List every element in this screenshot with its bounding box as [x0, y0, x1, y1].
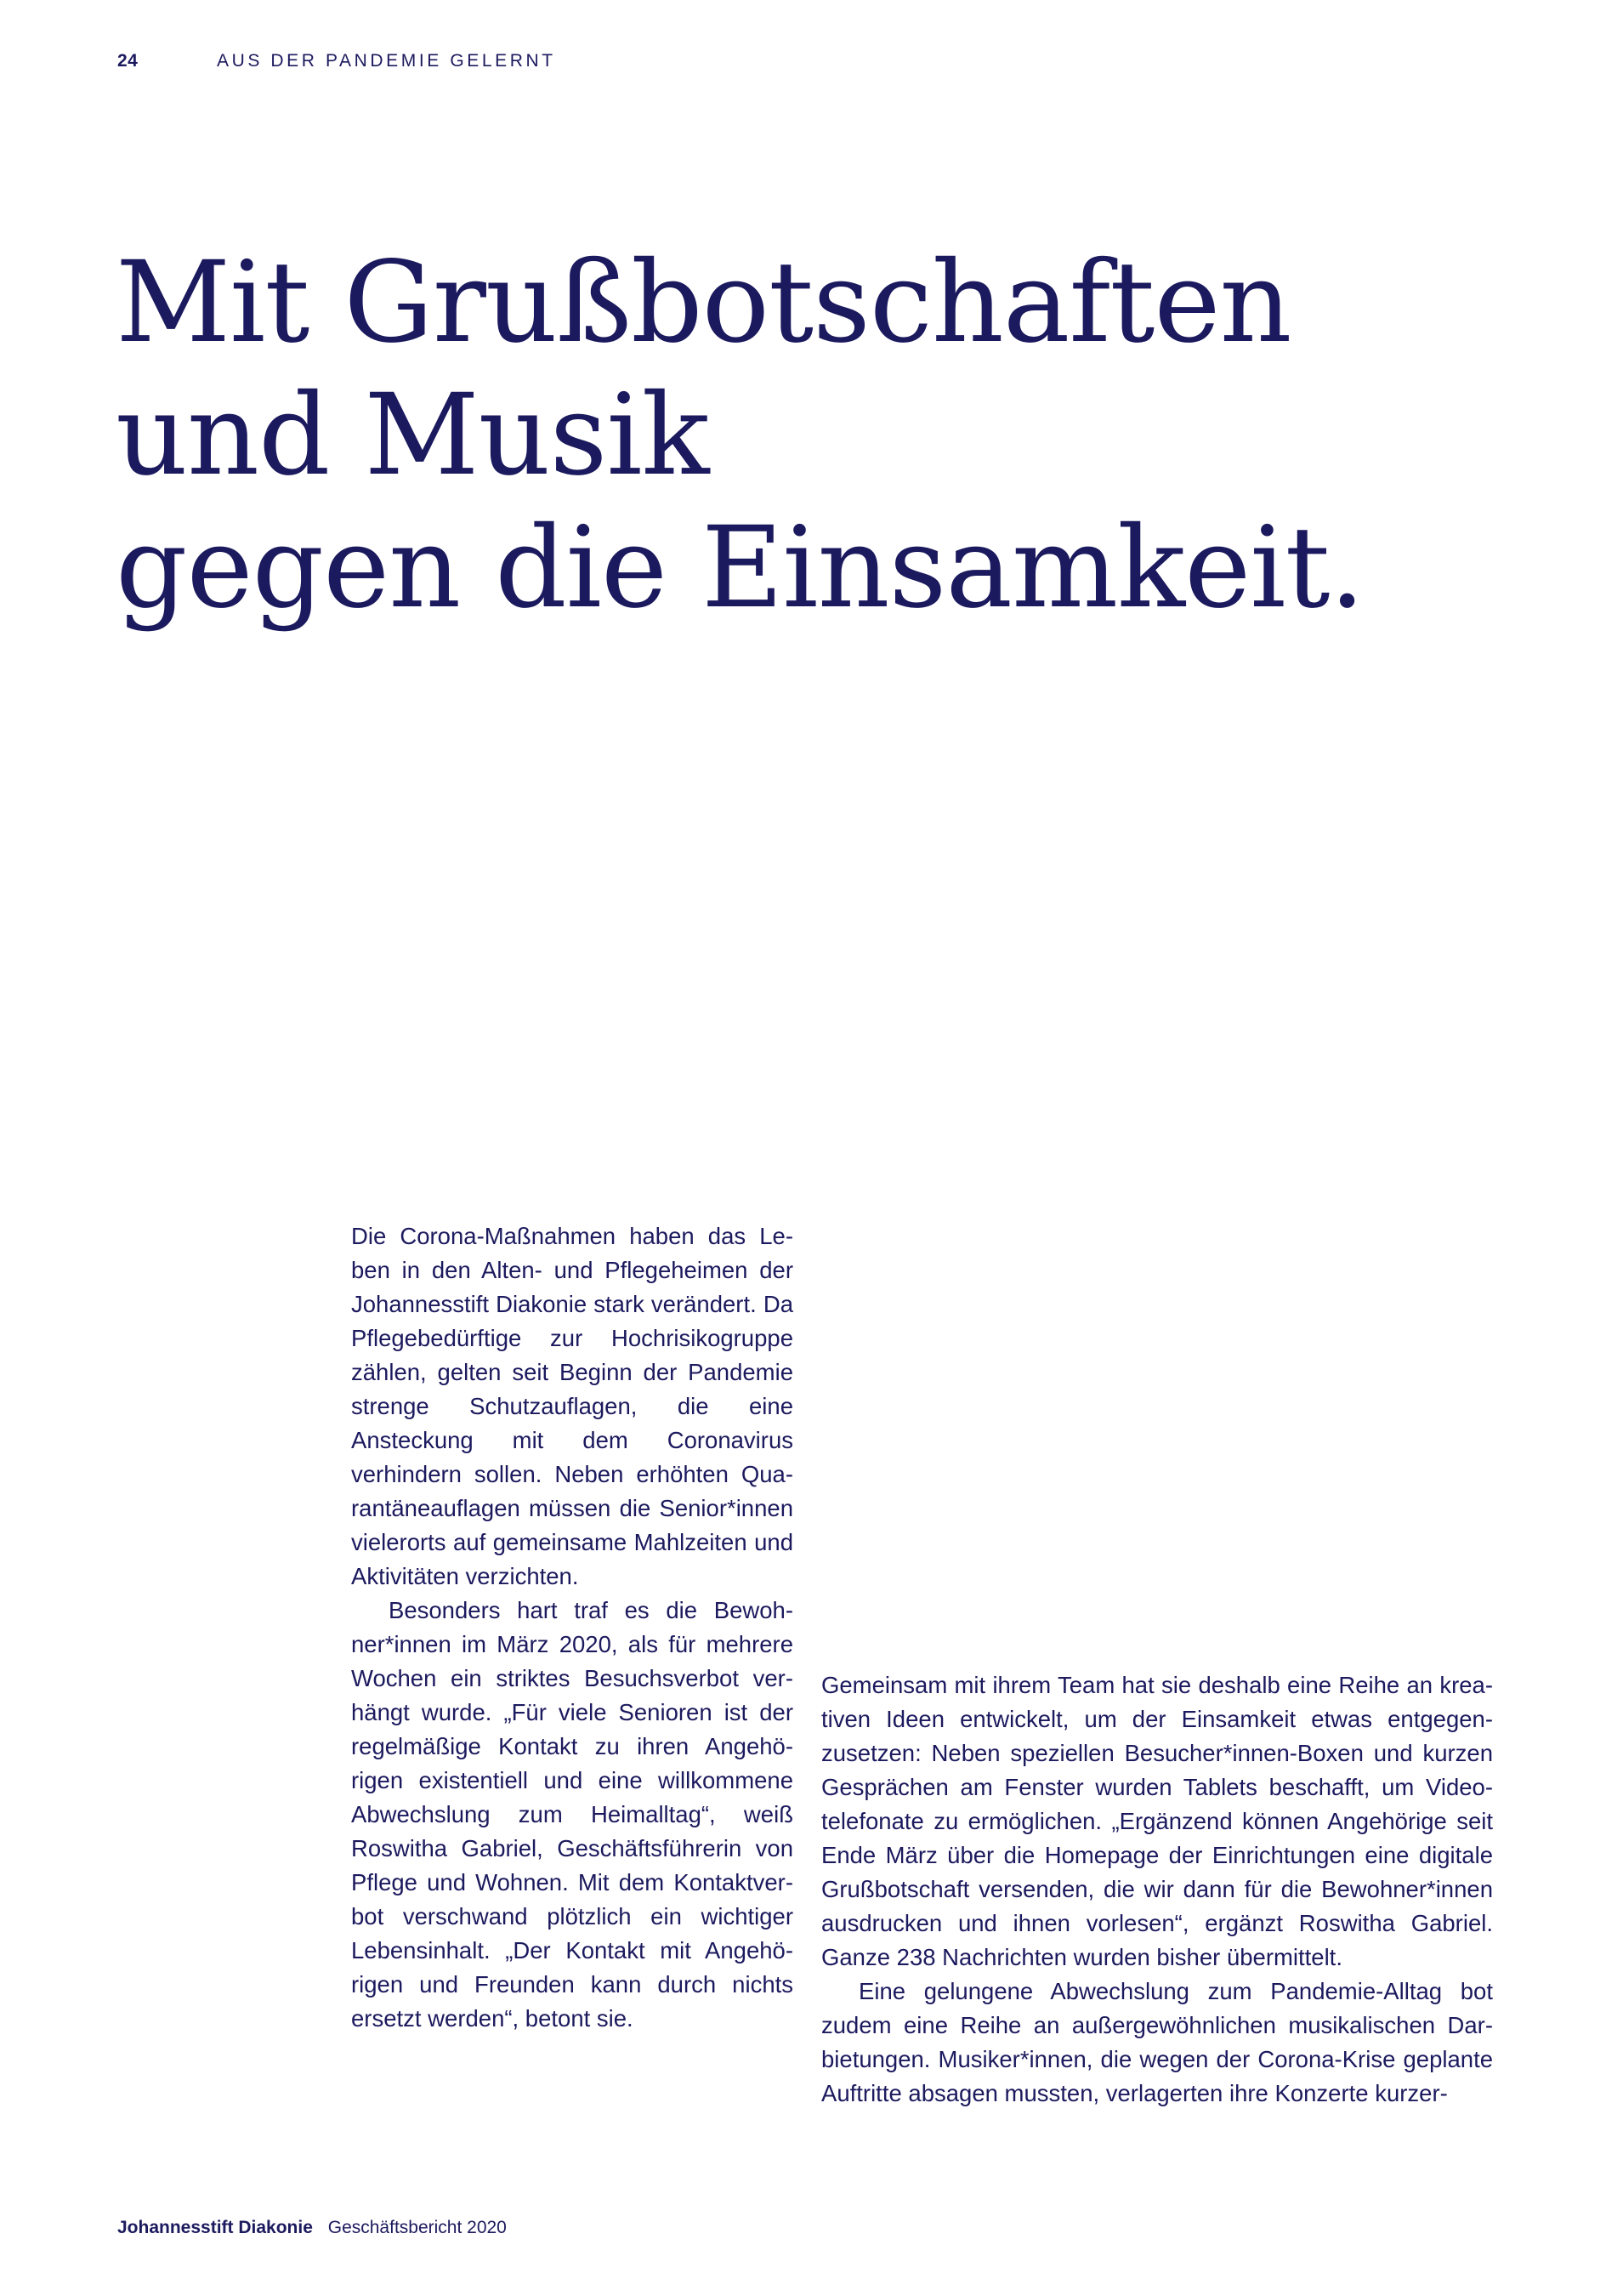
page-number: 24: [117, 51, 139, 71]
headline-line-2: und Musik: [116, 370, 710, 501]
paragraph: Besonders hart traf es die Bewoh­ner*inn…: [351, 1597, 793, 2032]
footer-report-title: Geschäftsbericht 2020: [327, 2218, 507, 2237]
footer-brand: Johannesstift Diakonie: [117, 2218, 313, 2237]
headline-line-3: gegen die Einsamkeit.: [116, 503, 1365, 634]
body-column-left: Die Corona-Maßnahmen haben das Le­ben in…: [351, 1219, 793, 2036]
paragraph: Die Corona-Maßnahmen haben das Le­ben in…: [351, 1223, 793, 1589]
page-footer: Johannesstift Diakonie Geschäftsbericht …: [117, 2218, 507, 2238]
section-title: AUS DER PANDEMIE GELERNT: [217, 51, 556, 71]
paragraph: Gemeinsam mit ihrem Team hat sie deshalb…: [821, 1672, 1493, 1970]
article-headline: Mit Grußbotschaften und Musik gegen die …: [116, 236, 1365, 634]
body-column-right: Gemeinsam mit ihrem Team hat sie deshalb…: [821, 1668, 1493, 2111]
paragraph: Eine gelungene Abwechslung zum Pandemie-…: [821, 1978, 1493, 2106]
headline-line-1: Mit Grußbotschaften: [116, 237, 1292, 368]
